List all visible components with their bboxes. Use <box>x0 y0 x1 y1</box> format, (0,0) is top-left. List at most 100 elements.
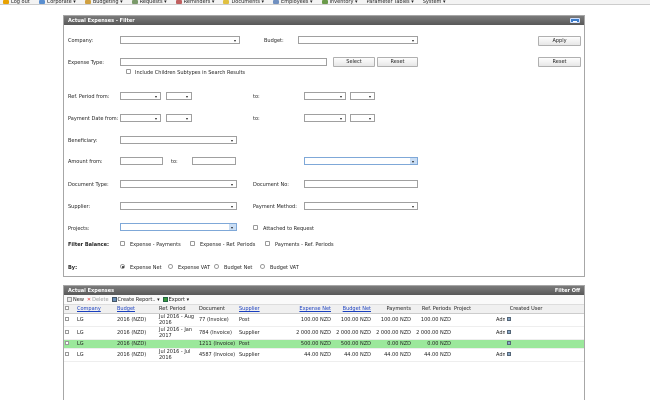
payment-method-label: Payment Method: <box>253 204 297 210</box>
nav-item[interactable]: Budgeting ▾ <box>84 0 123 4</box>
cell-ref-period: Jul 2016 - Jan 2017 <box>158 326 198 340</box>
collapse-icon[interactable] <box>570 18 580 23</box>
nav-item[interactable]: Corporate ▾ <box>38 0 76 5</box>
apply-button[interactable]: Apply <box>538 36 581 46</box>
by-option-label: Expense Net <box>130 265 162 271</box>
ref-period-from-year-select[interactable] <box>166 92 192 100</box>
by-expense-net-radio[interactable] <box>120 264 125 269</box>
attached-to-request-checkbox[interactable] <box>253 225 258 230</box>
cell-document: 77 (Invoice) <box>198 313 238 327</box>
nav-item[interactable]: Inventory ▾ <box>321 0 358 5</box>
company-select[interactable] <box>120 36 240 44</box>
by-budget-net-radio[interactable] <box>214 264 219 269</box>
column-header-project: Project <box>453 305 495 314</box>
expense-type-input[interactable] <box>120 58 327 66</box>
table-row[interactable]: LG 2016 (NZD) 1211 (Invoice) Post 500.00 NZD… <box>64 339 584 349</box>
cell-ref-periods: 44.00 NZD <box>413 348 453 362</box>
ref-period-to-label: to: <box>253 94 260 100</box>
cell-budget-net: 500.00 NZD <box>333 339 373 349</box>
nav-item-label: Requests ▾ <box>139 0 167 5</box>
table-row[interactable]: LG 2016 (NZD) Jul 2016 - Jul 2016 4587 (Inv… <box>64 348 584 362</box>
results-table: Company Budget Ref. Period Document Supp… <box>64 305 584 362</box>
payment-date-from-year-select[interactable] <box>166 114 192 122</box>
cell-supplier: Supplier <box>238 348 288 362</box>
by-expense-vat-radio[interactable] <box>168 264 173 269</box>
amount-to-label: to: <box>171 159 178 165</box>
currency-select[interactable] <box>304 157 418 165</box>
logout-icon <box>3 0 9 4</box>
nav-item[interactable]: System ▾ <box>423 0 446 4</box>
nav-item-label: Inventory ▾ <box>329 0 358 5</box>
amount-from-input[interactable] <box>120 157 163 165</box>
column-header-company[interactable]: Company <box>76 305 116 314</box>
supplier-select[interactable] <box>120 202 237 210</box>
column-header-budget-net[interactable]: Budget Net <box>333 305 373 314</box>
new-button[interactable]: New <box>67 297 84 303</box>
cell-ref-period: Jul 2016 - Aug 2016 <box>158 313 198 327</box>
document-no-input[interactable] <box>304 180 418 188</box>
export-button[interactable]: Export ▾ <box>162 297 189 303</box>
reset-button[interactable]: Reset <box>538 57 581 67</box>
table-row[interactable]: LG 2016 (NZD) Jul 2016 - Aug 2016 77 (Invoi… <box>64 313 584 327</box>
balance-expense-ref-periods-checkbox[interactable] <box>190 241 195 246</box>
document-type-select[interactable] <box>120 180 237 188</box>
row-details-icon[interactable] <box>505 339 545 349</box>
include-children-checkbox[interactable] <box>126 69 131 74</box>
budget-label: Budget: <box>264 38 284 44</box>
column-header-supplier[interactable]: Supplier <box>238 305 288 314</box>
payment-date-to-year-select[interactable] <box>350 114 375 122</box>
beneficiary-select[interactable] <box>120 136 237 144</box>
nav-item-label: Corporate ▾ <box>46 0 76 5</box>
row-details-icon[interactable] <box>505 348 545 362</box>
payment-date-to-label: to: <box>253 116 260 122</box>
cell-project <box>453 339 495 349</box>
ref-period-to-year-select[interactable] <box>350 92 375 100</box>
nav-item[interactable]: Requests ▾ <box>131 0 167 5</box>
balance-expense-payments-checkbox[interactable] <box>120 241 125 246</box>
amount-to-input[interactable] <box>192 157 236 165</box>
by-budget-vat-radio[interactable] <box>260 264 265 269</box>
filter-balance-label: Filter Balance: <box>68 242 110 248</box>
payment-date-to-month-select[interactable] <box>304 114 346 122</box>
nav-item-label: Documents ▾ <box>231 0 265 5</box>
column-header-budget[interactable]: Budget <box>116 305 158 314</box>
select-all-checkbox[interactable] <box>64 305 76 314</box>
table-row[interactable]: LG 2016 (NZD) Jul 2016 - Jan 2017 784 (Invo… <box>64 326 584 340</box>
create-report-button[interactable]: Create Report.. ▾ <box>111 297 160 303</box>
cell-project <box>453 326 495 340</box>
select-button[interactable]: Select <box>333 57 375 67</box>
nav-item[interactable]: Log out <box>3 0 30 4</box>
filter-off-link[interactable]: Filter Off <box>555 288 580 294</box>
budget-select[interactable] <box>298 36 418 44</box>
balance-option-label: Expense - Ref. Periods <box>200 242 256 248</box>
ref-period-to-month-select[interactable] <box>304 92 346 100</box>
cell-company: LG <box>76 339 116 349</box>
delete-button[interactable]: ✕ Delete <box>87 297 109 303</box>
nav-item[interactable]: Documents ▾ <box>223 0 265 5</box>
row-details-icon[interactable] <box>505 313 545 327</box>
budgeting-icon <box>84 0 91 4</box>
row-details-icon[interactable] <box>505 326 545 340</box>
cell-budget: 2016 (NZD) <box>116 326 158 340</box>
row-checkbox[interactable] <box>64 326 76 340</box>
nav-item[interactable]: Employees ▾ <box>273 0 313 4</box>
cell-payments: 2 000.00 NZD <box>373 326 413 340</box>
ref-period-from-month-select[interactable] <box>120 92 161 100</box>
nav-item[interactable]: Reminders ▾ <box>175 0 214 4</box>
column-header-expense-net[interactable]: Expense Net <box>288 305 333 314</box>
projects-select[interactable] <box>120 223 237 231</box>
row-checkbox[interactable] <box>64 313 76 327</box>
by-label: By: <box>68 265 78 271</box>
cell-budget-net: 44.00 NZD <box>333 348 373 362</box>
reset-inline-button[interactable]: Reset <box>377 57 418 67</box>
payment-date-from-month-select[interactable] <box>120 114 161 122</box>
cell-budget: 2016 (NZD) <box>116 313 158 327</box>
row-checkbox[interactable] <box>64 339 76 349</box>
cell-ref-periods: 2 000.00 NZD <box>413 326 453 340</box>
cell-project <box>453 313 495 327</box>
payment-method-select[interactable] <box>304 202 418 210</box>
row-checkbox[interactable] <box>64 348 76 362</box>
nav-item[interactable]: Parameter Tables ▾ <box>367 0 414 4</box>
balance-payments-ref-periods-checkbox[interactable] <box>265 241 270 246</box>
beneficiary-label: Beneficiary: <box>68 138 98 144</box>
